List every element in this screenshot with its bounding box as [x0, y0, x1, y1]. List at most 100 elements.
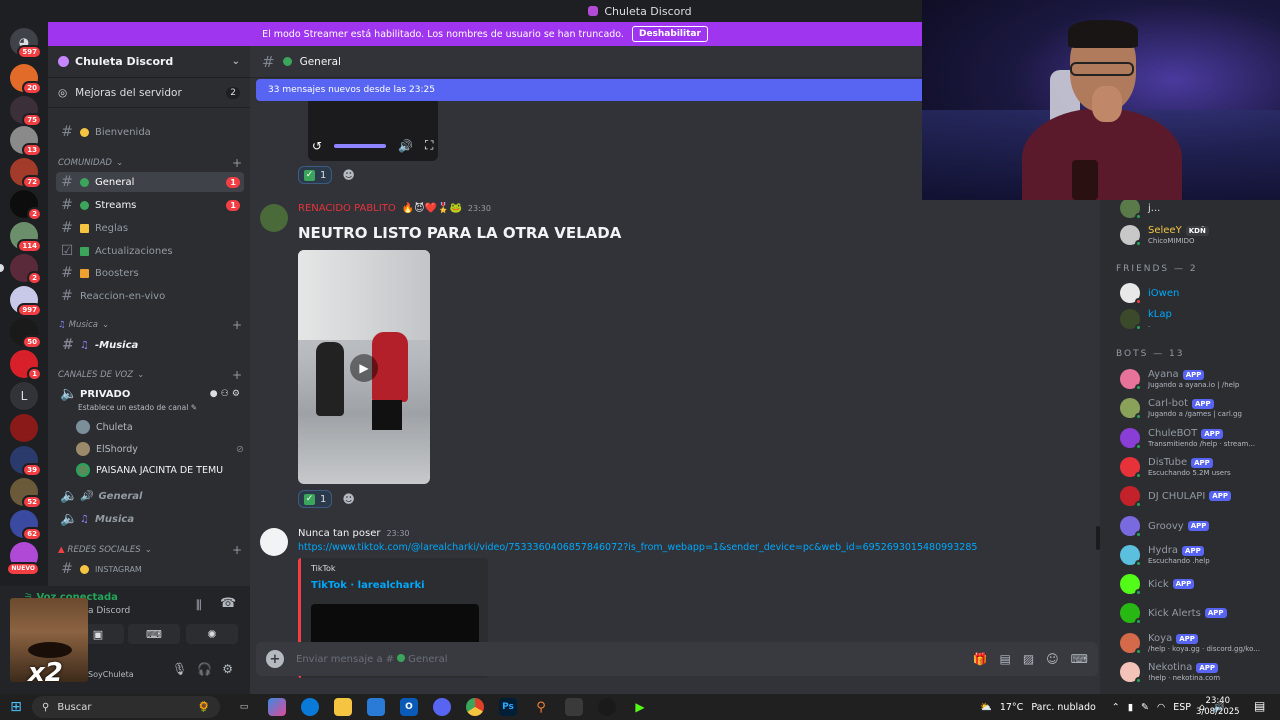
sticker-icon[interactable]: ▨	[1023, 652, 1034, 666]
mic-tray-icon[interactable]: ▮	[1128, 702, 1133, 713]
task-view-icon[interactable]: ▭	[235, 698, 253, 716]
gear-icon[interactable]: ⚙	[222, 662, 233, 676]
channel-general[interactable]: # General 1	[56, 172, 244, 192]
bot-member-item[interactable]: Ayana APP Jugando a ayana.io | /help	[1120, 366, 1239, 392]
play-icon[interactable]: ▶	[350, 354, 378, 382]
gift-icon[interactable]: 🎁	[973, 652, 988, 666]
microphone-icon[interactable]: 🎙	[172, 662, 187, 676]
voice-user[interactable]: Chuleta	[76, 418, 133, 436]
avatar[interactable]	[260, 204, 288, 232]
activity-button[interactable]: ⌨	[128, 624, 180, 644]
bot-member-item[interactable]: Koya APP/help · koya.gg · discord.gg/ko..…	[1120, 630, 1260, 656]
apps-icon[interactable]: ⌨	[1071, 652, 1088, 666]
category-voz[interactable]: CANALES DE VOZ ⌄ +	[58, 368, 242, 382]
volume-icon[interactable]: 🔊	[398, 139, 413, 153]
obs-icon[interactable]	[598, 698, 616, 716]
member-item[interactable]: iOwen	[1120, 280, 1179, 306]
channel-boosters[interactable]: # Boosters	[56, 263, 244, 283]
kick-app-icon[interactable]: ▶	[631, 698, 649, 716]
add-reaction-icon[interactable]: ☻	[342, 168, 355, 182]
disconnect-icon[interactable]: ☎	[220, 596, 236, 611]
embed-title[interactable]: TikTok · larealcharki	[311, 580, 425, 591]
server-icon[interactable]: 997	[10, 286, 42, 317]
new-messages-bar[interactable]: 33 mensajes nuevos desde las 23:25	[256, 79, 936, 101]
server-icon[interactable]: 1	[10, 350, 42, 381]
copilot-icon[interactable]	[268, 698, 286, 716]
server-icon[interactable]: 13	[10, 126, 42, 157]
headphones-icon[interactable]: 🎧	[197, 662, 212, 676]
voice-channel-actions[interactable]: ● ⚇ ⚙	[210, 389, 240, 399]
channel-bienvenida[interactable]: # Bienvenida	[56, 122, 244, 142]
bot-member-item[interactable]: Carl-bot APP Jugando a /games | carl.gg	[1120, 395, 1242, 421]
fullscreen-icon[interactable]: ⛶	[425, 138, 433, 153]
reaction-check[interactable]: ✓ 1	[298, 490, 333, 508]
channel-reaccion[interactable]: # Reaccion-en-vivo	[56, 286, 244, 306]
category-redes[interactable]: ▲ REDES SOCIALES ⌄ +	[58, 543, 242, 557]
add-channel-icon[interactable]: +	[232, 543, 242, 557]
chevron-up-icon[interactable]: ⌃	[1112, 702, 1120, 713]
edge-icon[interactable]	[301, 698, 319, 716]
weather-desc[interactable]: Parc. nublado	[1031, 702, 1095, 713]
bot-member-item[interactable]: Kick Alerts APP	[1120, 600, 1227, 626]
store-icon[interactable]	[367, 698, 385, 716]
server-icon[interactable]: 2	[0, 254, 42, 285]
channel-instagram[interactable]: # INSTAGRAM	[56, 559, 244, 579]
channel-status[interactable]: Establece un estado de canal ✎	[78, 403, 197, 412]
server-icon[interactable]	[10, 414, 38, 442]
chrome-active-icon[interactable]	[565, 698, 583, 716]
guild-header[interactable]: Chuleta Discord ⌄	[48, 46, 250, 78]
voice-channel-general[interactable]: 🔈 🔊 General	[56, 486, 244, 506]
server-icon[interactable]: 39	[10, 446, 42, 477]
message-author[interactable]: Nunca tan poser	[298, 528, 380, 539]
photoshop-icon[interactable]: Ps	[499, 698, 517, 716]
channel-actualizaciones[interactable]: ☑ Actualizaciones	[56, 241, 244, 261]
server-icon[interactable]: 50	[10, 318, 42, 349]
server-boosts[interactable]: ◎ Mejoras del servidor 2	[48, 78, 250, 108]
weather-temp[interactable]: 17°C	[1000, 702, 1023, 713]
member-item[interactable]: kLap .	[1120, 306, 1172, 332]
voice-channel-musica[interactable]: 🔈 ♫ Musica	[56, 509, 244, 529]
file-explorer-icon[interactable]	[334, 698, 352, 716]
message-input[interactable]: Enviar mensaje a # General	[296, 653, 448, 665]
add-channel-icon[interactable]: +	[232, 156, 242, 170]
search-app-icon[interactable]: ⚲	[532, 698, 550, 716]
chrome-icon[interactable]	[466, 698, 484, 716]
server-icon-letter[interactable]: L	[10, 382, 38, 410]
gif-icon[interactable]: ▤	[999, 652, 1010, 666]
category-comunidad[interactable]: COMUNIDAD ⌄ +	[58, 156, 242, 170]
video-attachment[interactable]: ▶	[298, 250, 430, 484]
voice-channel-privado[interactable]: 🔈 PRIVADO ● ⚇ ⚙	[56, 384, 244, 404]
message-link[interactable]: https://www.tiktok.com/@larealcharki/vid…	[298, 542, 977, 553]
outlook-icon[interactable]: O	[400, 698, 418, 716]
server-icon[interactable]: 20	[10, 64, 42, 95]
server-icon[interactable]: 75	[10, 96, 42, 127]
bot-member-item[interactable]: Groovy APP	[1120, 513, 1210, 539]
channel-reglas[interactable]: # Reglas	[56, 218, 244, 238]
wifi-icon[interactable]: ◠	[1157, 702, 1165, 713]
soundboard-icon[interactable]: ⫼	[196, 598, 202, 613]
reaction-check[interactable]: ✓ 1	[298, 166, 333, 184]
server-icon[interactable]: NUEVO	[6, 542, 40, 576]
add-channel-icon[interactable]: +	[232, 318, 242, 332]
emoji-icon[interactable]: ☺	[1046, 652, 1059, 666]
soundboard-button[interactable]: ✺	[186, 624, 238, 644]
taskbar-search[interactable]: ⚲ Buscar 🌻	[32, 696, 220, 718]
pen-icon[interactable]: ✎	[1141, 702, 1149, 713]
bot-member-item[interactable]: ChuleBOT APP Transmitiendo /help · stream.…	[1120, 425, 1255, 451]
language-indicator[interactable]: ESP	[1173, 702, 1191, 713]
voice-user[interactable]: ElShordy ⊘	[76, 440, 244, 458]
windows-start-icon[interactable]: ⊞	[0, 694, 32, 720]
bot-member-item[interactable]: Hydra APP Escuchando .help	[1120, 542, 1210, 568]
server-icon[interactable]: 2	[10, 190, 42, 221]
volume-slider[interactable]	[334, 143, 387, 148]
add-reaction-icon[interactable]: ☻	[342, 492, 355, 506]
disable-streamer-button[interactable]: Deshabilitar	[631, 26, 708, 42]
server-icon[interactable]: 72	[10, 158, 42, 189]
home-button[interactable]: ◕ 597	[10, 28, 42, 59]
server-icon[interactable]: 52	[10, 478, 42, 509]
server-icon[interactable]: 62	[10, 510, 42, 541]
add-attachment-button[interactable]: +	[266, 650, 284, 668]
channel-musica[interactable]: # ♫ -Musica	[56, 335, 244, 355]
channel-streams[interactable]: # Streams 1	[56, 195, 244, 215]
member-item[interactable]: SeleeY KDÑ ChicoMIMIDO	[1120, 222, 1209, 248]
